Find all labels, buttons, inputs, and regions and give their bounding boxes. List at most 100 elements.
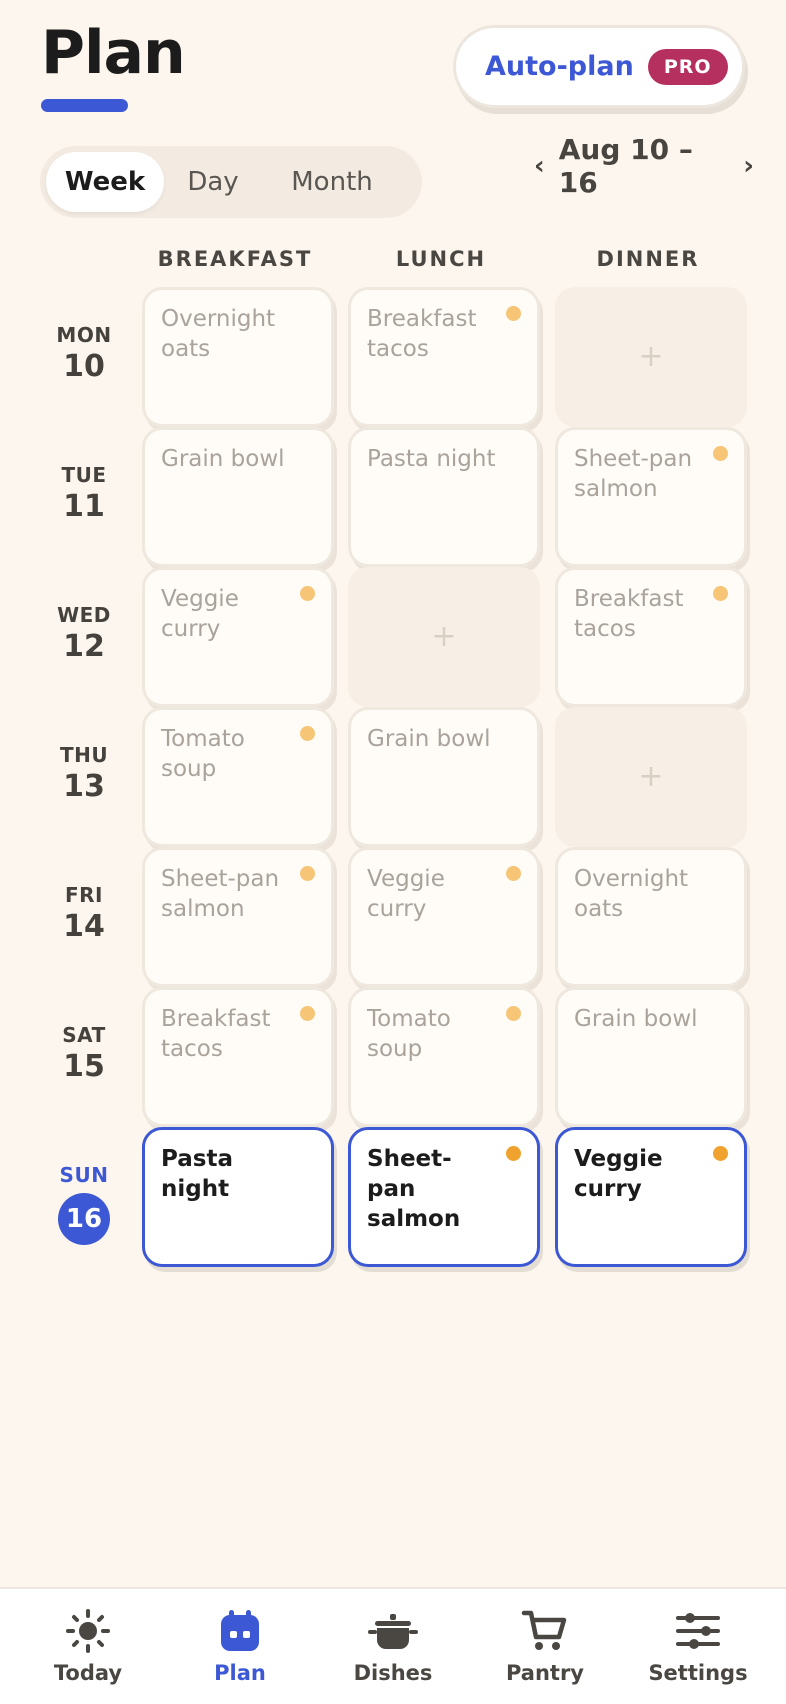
day-row-wed: WED 12 Veggie curry + Breakfast tacos — [0, 567, 786, 707]
day-row-sun: SUN 16 Pasta night Sheet-pan salmon Veggie c… — [0, 1127, 786, 1267]
status-dot — [506, 306, 521, 321]
meal-label: Breakfast tacos — [574, 586, 684, 642]
day-row-tue: TUE 11 Grain bowl Pasta night Sheet-pan salm… — [0, 427, 786, 567]
plus-icon: + — [638, 339, 664, 374]
day-number: 14 — [63, 909, 105, 944]
meal-card-breakfast[interactable]: Overnight oats — [142, 287, 334, 427]
tab-label: Plan — [214, 1661, 266, 1685]
day-label: SUN 16 — [40, 1163, 128, 1245]
add-meal-slot-dinner[interactable]: + — [555, 287, 747, 427]
day-name: FRI — [64, 883, 103, 907]
day-label: FRI 14 — [40, 883, 128, 944]
meal-label: Sheet-pan salmon — [367, 1146, 461, 1232]
meal-label: Overnight oats — [574, 866, 689, 922]
status-dot — [300, 586, 315, 601]
tab-day[interactable]: Day — [164, 152, 262, 212]
tab-label: Today — [53, 1661, 123, 1685]
status-dot — [506, 866, 521, 881]
meal-label: Pasta night — [161, 1146, 233, 1202]
meal-label: Sheet-pan salmon — [574, 446, 693, 502]
status-dot — [506, 1146, 521, 1161]
meal-label: Overnight oats — [161, 306, 276, 362]
meal-card-breakfast[interactable]: Grain bowl — [142, 427, 334, 567]
meal-label: Grain bowl — [161, 446, 285, 472]
day-name: MON — [56, 323, 112, 347]
sliders-icon — [633, 1609, 763, 1653]
column-header-breakfast: BREAKFAST — [157, 247, 313, 271]
prev-week-button[interactable]: ‹ — [534, 151, 545, 181]
day-label: WED 12 — [40, 603, 128, 664]
date-range-label: Aug 10 – 16 — [558, 133, 693, 199]
status-dot — [300, 1006, 315, 1021]
status-dot — [713, 446, 728, 461]
add-meal-slot-lunch[interactable]: + — [348, 567, 540, 707]
meal-card-lunch[interactable]: Tomato soup — [348, 987, 540, 1127]
status-dot — [713, 586, 728, 601]
tab-month[interactable]: Month — [262, 152, 402, 212]
day-name: SAT — [62, 1023, 106, 1047]
meal-card-dinner[interactable]: Grain bowl — [555, 987, 747, 1127]
meal-card-dinner[interactable]: Overnight oats — [555, 847, 747, 987]
meal-label: Sheet-pan salmon — [161, 866, 280, 922]
day-row-fri: FRI 14 Sheet-pan salmon Veggie curry Overnig… — [0, 847, 786, 987]
meal-label: Grain bowl — [367, 726, 491, 752]
tab-settings[interactable]: Settings — [633, 1609, 763, 1685]
cart-icon — [480, 1609, 610, 1653]
header: Plan Auto-plan PRO — [0, 0, 786, 130]
tab-label: Pantry — [505, 1661, 585, 1685]
meal-card-dinner[interactable]: Sheet-pan salmon — [555, 427, 747, 567]
meal-card-dinner[interactable]: Veggie curry — [555, 1127, 747, 1267]
day-label: SAT 15 — [40, 1023, 128, 1084]
meal-card-lunch[interactable]: Breakfast tacos — [348, 287, 540, 427]
meal-card-breakfast[interactable]: Pasta night — [142, 1127, 334, 1267]
plus-icon: + — [638, 759, 664, 794]
meal-label: Veggie curry — [574, 1146, 663, 1202]
meal-card-lunch[interactable]: Pasta night — [348, 427, 540, 567]
status-dot — [300, 866, 315, 881]
date-range: ‹ Aug 10 – 16 › — [534, 133, 754, 199]
next-week-button[interactable]: › — [743, 151, 754, 181]
tab-label: Dishes — [353, 1661, 433, 1685]
status-dot — [300, 726, 315, 741]
view-toggle: Week Day Month — [40, 146, 422, 218]
tab-week[interactable]: Week — [46, 152, 164, 212]
day-label: THU 13 — [40, 743, 128, 804]
day-name: TUE — [61, 463, 107, 487]
status-dot — [506, 1006, 521, 1021]
meal-card-lunch[interactable]: Grain bowl — [348, 707, 540, 847]
day-label: MON 10 — [40, 323, 128, 384]
meal-card-breakfast[interactable]: Tomato soup — [142, 707, 334, 847]
meal-label: Pasta night — [367, 446, 496, 472]
meal-card-lunch[interactable]: Sheet-pan salmon — [348, 1127, 540, 1267]
auto-plan-button[interactable]: Auto-plan PRO — [453, 25, 745, 108]
tab-pantry[interactable]: Pantry — [480, 1609, 610, 1685]
meal-label: Tomato soup — [161, 726, 245, 782]
day-number: 15 — [63, 1049, 105, 1084]
plus-icon: + — [431, 619, 457, 654]
meal-card-breakfast[interactable]: Veggie curry — [142, 567, 334, 707]
meal-card-dinner[interactable]: Breakfast tacos — [555, 567, 747, 707]
day-number: 13 — [63, 769, 105, 804]
day-number: 10 — [63, 349, 105, 384]
pot-icon — [328, 1609, 458, 1653]
tab-plan[interactable]: Plan — [175, 1609, 305, 1685]
meal-card-breakfast[interactable]: Sheet-pan salmon — [142, 847, 334, 987]
pro-badge: PRO — [647, 48, 728, 85]
auto-plan-label: Auto-plan — [485, 51, 634, 82]
day-name: SUN — [59, 1163, 109, 1187]
tab-today[interactable]: Today — [23, 1609, 153, 1685]
day-name: WED — [57, 603, 111, 627]
meal-card-lunch[interactable]: Veggie curry — [348, 847, 540, 987]
status-dot — [713, 1146, 728, 1161]
day-number: 11 — [63, 489, 105, 524]
meal-label: Breakfast tacos — [367, 306, 477, 362]
tab-dishes[interactable]: Dishes — [328, 1609, 458, 1685]
title-underline — [41, 99, 128, 112]
meal-label: Veggie curry — [367, 866, 445, 922]
meal-card-breakfast[interactable]: Breakfast tacos — [142, 987, 334, 1127]
bottom-tab-bar: Today Plan Dishes Pantry Settings — [0, 1587, 786, 1704]
add-meal-slot-dinner[interactable]: + — [555, 707, 747, 847]
day-label: TUE 11 — [40, 463, 128, 524]
day-name: THU — [59, 743, 109, 767]
meal-label: Breakfast tacos — [161, 1006, 271, 1062]
